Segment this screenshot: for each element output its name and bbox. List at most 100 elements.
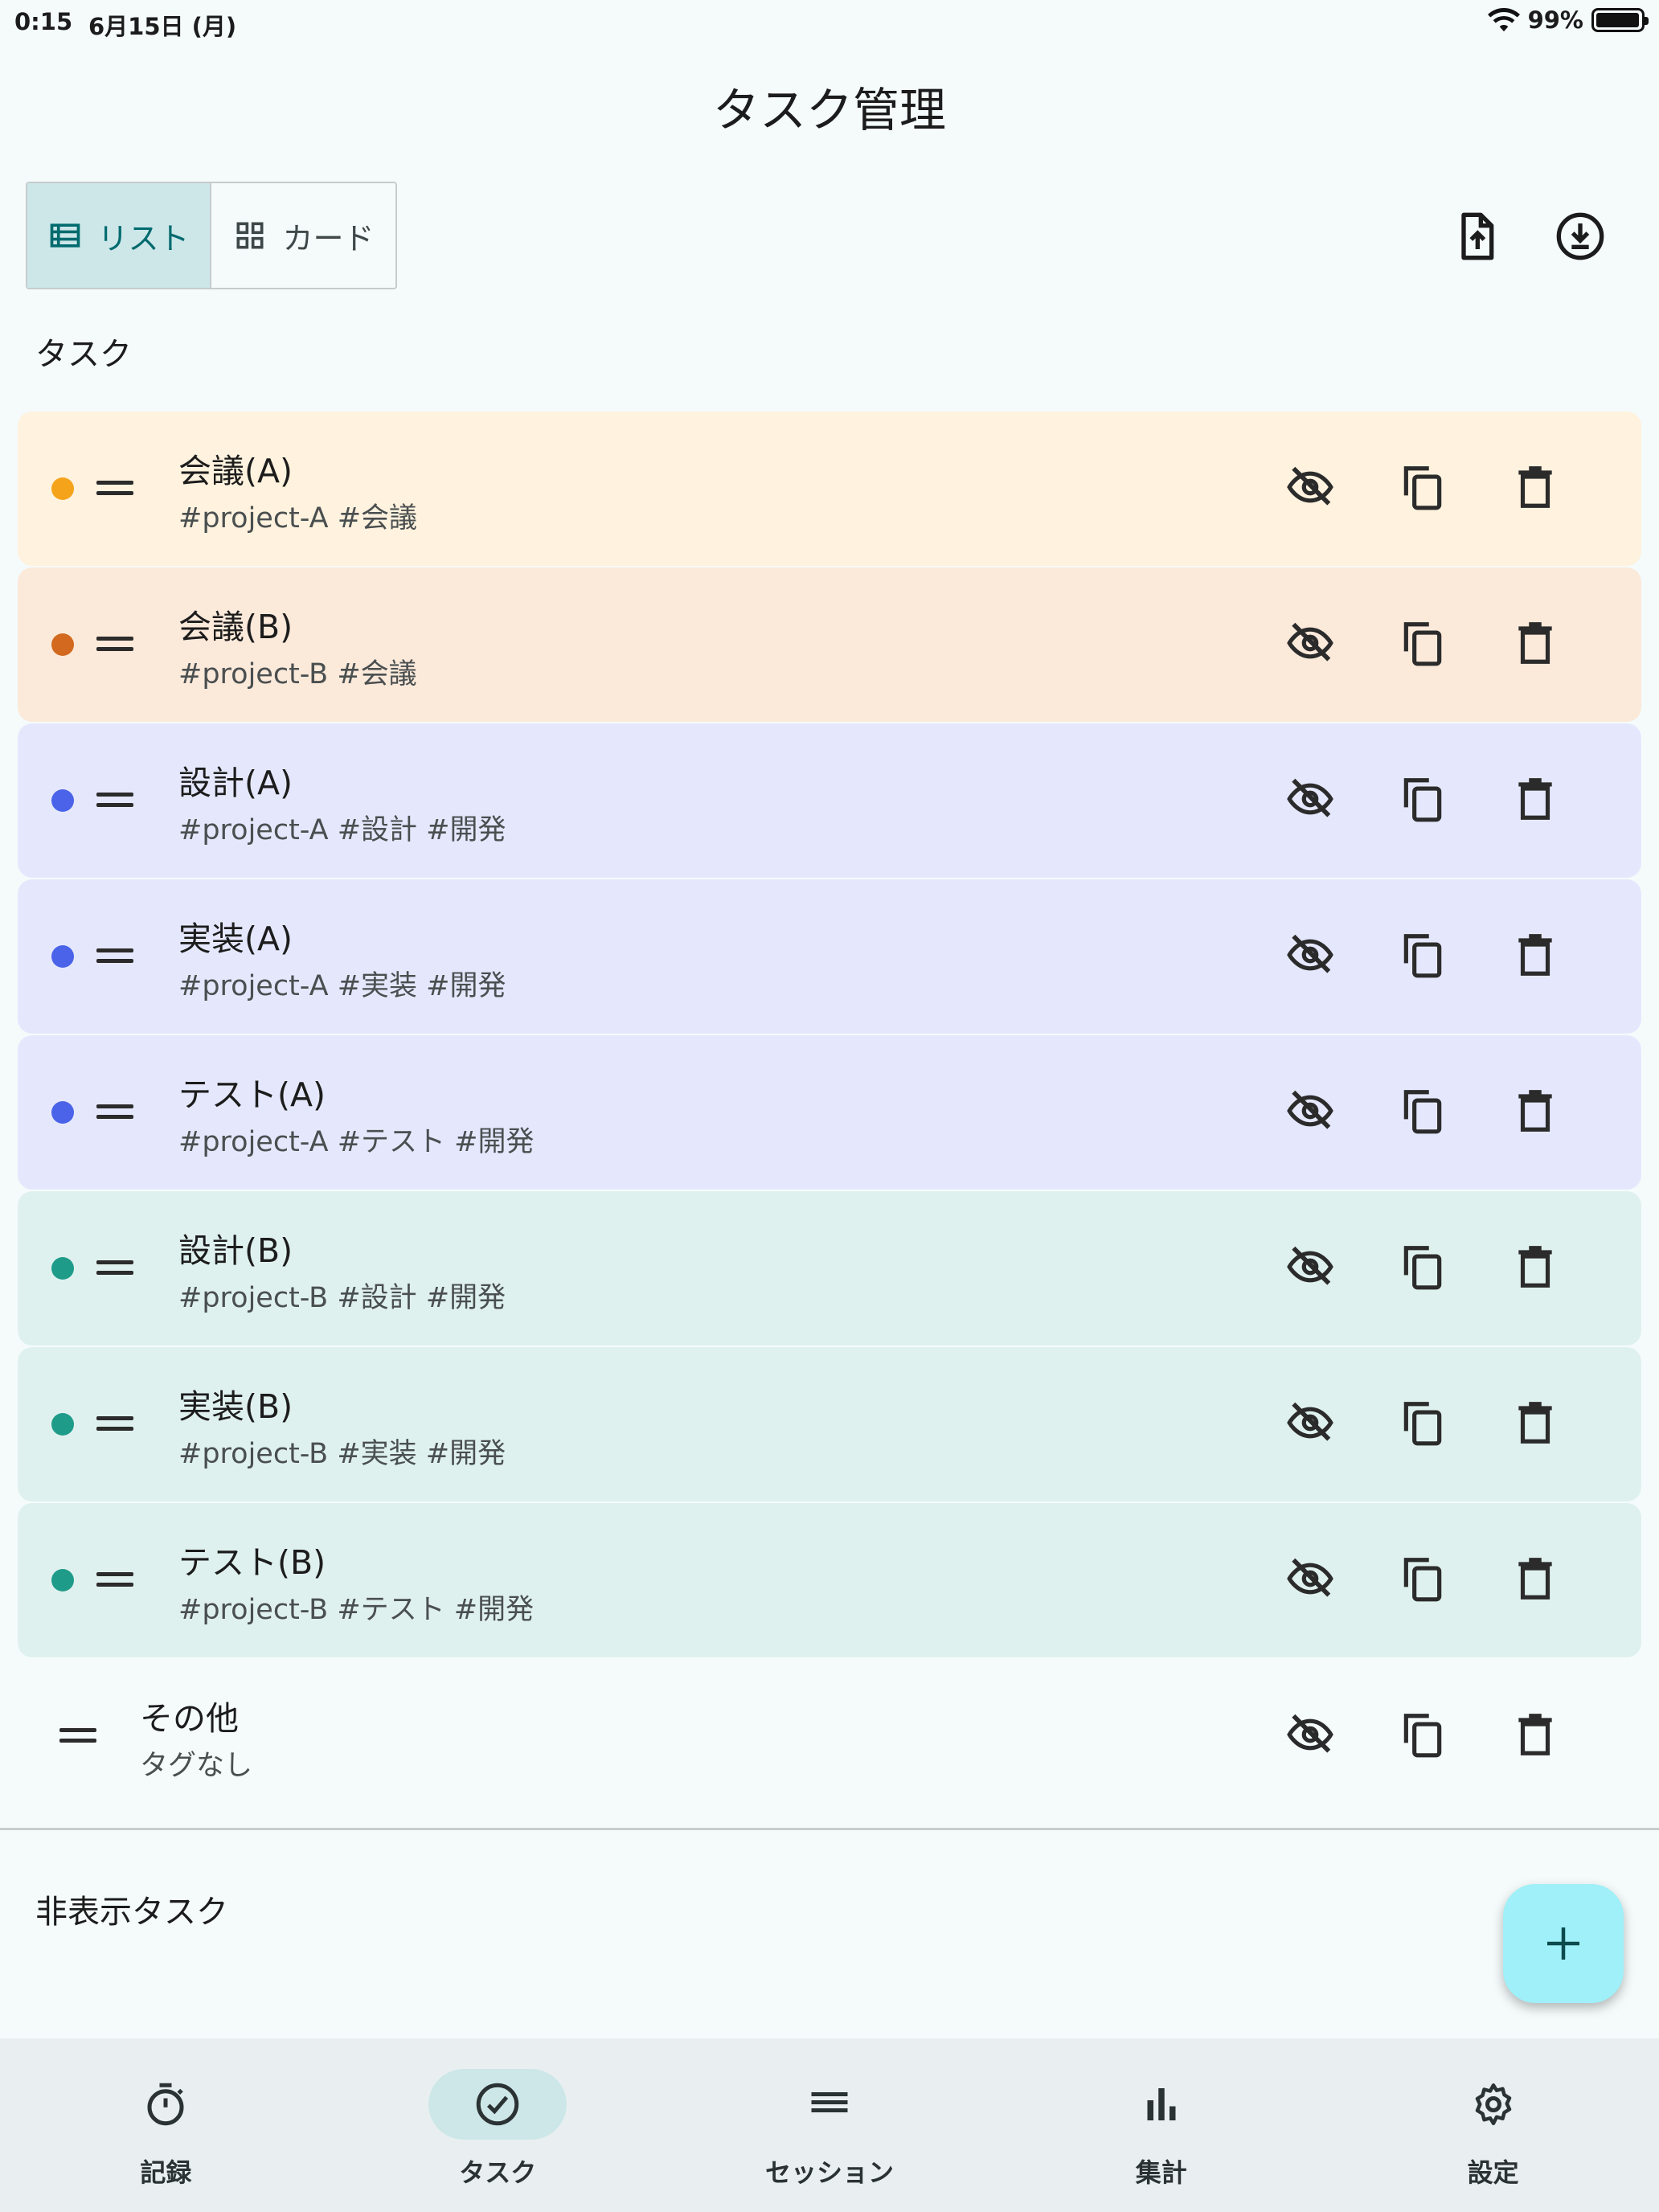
delete-task-button[interactable] [1505,1704,1566,1765]
import-button[interactable] [1550,206,1611,267]
list-view-button[interactable]: リスト [27,183,211,288]
delete-task-button[interactable] [1505,768,1566,830]
delete-task-button[interactable] [1505,612,1566,674]
duplicate-task-button[interactable] [1392,1080,1453,1141]
add-task-button[interactable] [1503,1884,1624,2003]
nav-label: タスク [459,2157,537,2188]
list-lines-icon [811,2092,848,2112]
hide-task-button[interactable] [1280,612,1341,674]
duplicate-task-button[interactable] [1392,457,1453,518]
nav-item-0[interactable]: 記録 [0,2038,332,2212]
task-color-dot [51,945,74,968]
plus-icon [1547,1927,1579,1960]
grid-view-icon [236,222,264,249]
eye-off-icon [1287,1558,1333,1597]
battery-percent: 99% [1527,6,1583,34]
hide-task-button[interactable] [1280,1548,1341,1609]
task-actions [1280,1080,1566,1141]
copy-icon [1403,934,1442,978]
drag-handle-icon[interactable] [96,1567,135,1591]
task-row[interactable]: 設計(A) #project-A #設計 #開発 [18,723,1641,878]
task-name: テスト(A) [178,1075,326,1114]
duplicate-task-button[interactable] [1392,924,1453,985]
section-divider [0,1828,1659,1830]
task-tags: #project-A #テスト #開発 [178,1126,535,1158]
eye-off-icon [1287,778,1333,817]
task-color-dot [51,477,74,500]
trash-icon [1518,466,1552,508]
delete-task-button[interactable] [1505,1392,1566,1453]
duplicate-task-button[interactable] [1392,1392,1453,1453]
task-actions [1280,768,1566,830]
nav-item-3[interactable]: 集計 [995,2038,1327,2212]
task-color-dot [51,1413,74,1436]
bottom-navigation: 記録 タスク セッション 集計 設定 [0,2038,1659,2212]
drag-handle-icon[interactable] [59,1723,98,1747]
delete-task-button[interactable] [1505,457,1566,518]
hide-task-button[interactable] [1280,1704,1341,1765]
hidden-section-title: 非表示タスク [35,1894,228,1931]
task-row[interactable]: 実装(B) #project-B #実装 #開発 [18,1347,1641,1501]
delete-task-button[interactable] [1505,1080,1566,1141]
hide-task-button[interactable] [1280,457,1341,518]
task-name: その他 [140,1699,239,1738]
task-tags: #project-A #会議 [178,502,418,535]
hide-task-button[interactable] [1280,924,1341,985]
task-name: 実装(B) [178,1387,293,1426]
delete-task-button[interactable] [1505,1548,1566,1609]
task-tags: タグなし [140,1750,253,1782]
task-row[interactable]: 会議(A) #project-A #会議 [18,412,1641,566]
nav-item-2[interactable]: セッション [664,2038,996,2212]
duplicate-task-button[interactable] [1392,768,1453,830]
task-tags: #project-A #設計 #開発 [178,814,506,846]
task-row[interactable]: 会議(B) #project-B #会議 [18,567,1641,722]
eye-off-icon [1287,1714,1333,1753]
task-actions [1280,1392,1566,1453]
status-date: 6月15日 (月) [88,13,237,40]
task-actions [1280,924,1566,985]
hide-task-button[interactable] [1280,1236,1341,1297]
drag-handle-icon[interactable] [96,1256,135,1280]
list-view-icon [51,223,80,248]
export-button[interactable] [1446,206,1507,267]
duplicate-task-button[interactable] [1392,1236,1453,1297]
task-actions [1280,1236,1566,1297]
hide-task-button[interactable] [1280,768,1341,830]
duplicate-task-button[interactable] [1392,1704,1453,1765]
drag-handle-icon[interactable] [96,1100,135,1124]
card-view-button[interactable]: カード [211,183,395,288]
trash-icon [1518,1246,1552,1288]
hide-task-button[interactable] [1280,1080,1341,1141]
task-row[interactable]: テスト(A) #project-A #テスト #開発 [18,1035,1641,1190]
task-name: 設計(A) [178,764,293,802]
nav-item-4[interactable]: 設定 [1327,2038,1659,2212]
duplicate-task-button[interactable] [1392,612,1453,674]
duplicate-task-button[interactable] [1392,1548,1453,1609]
list-view-label: リスト [97,220,190,256]
drag-handle-icon[interactable] [96,1411,135,1436]
task-list: 会議(A) #project-A #会議 会議(B) #project-B #会… [18,412,1641,1815]
task-tags: #project-B #実装 #開発 [178,1438,506,1470]
eye-off-icon [1287,1246,1333,1285]
tasks-section-title: タスク [35,336,132,373]
task-row[interactable]: 実装(A) #project-A #実装 #開発 [18,879,1641,1034]
task-tags: #project-B #テスト #開発 [178,1594,535,1626]
copy-icon [1403,1402,1442,1446]
wifi-icon [1487,8,1520,32]
nav-icon-container [760,2069,899,2140]
drag-handle-icon[interactable] [96,632,135,656]
file-upload-icon [1461,212,1494,260]
nav-label: 設定 [1467,2157,1519,2188]
task-row[interactable]: 設計(B) #project-B #設計 #開発 [18,1191,1641,1346]
delete-task-button[interactable] [1505,1236,1566,1297]
drag-handle-icon[interactable] [96,476,135,500]
nav-icon-container [1424,2069,1563,2140]
drag-handle-icon[interactable] [96,944,135,968]
drag-handle-icon[interactable] [96,788,135,812]
task-row[interactable]: テスト(B) #project-B #テスト #開発 [18,1503,1641,1657]
hide-task-button[interactable] [1280,1392,1341,1453]
delete-task-button[interactable] [1505,924,1566,985]
nav-item-1[interactable]: タスク [332,2038,664,2212]
task-row-other[interactable]: その他 タグなし [18,1659,1641,1813]
battery-icon [1591,8,1649,32]
